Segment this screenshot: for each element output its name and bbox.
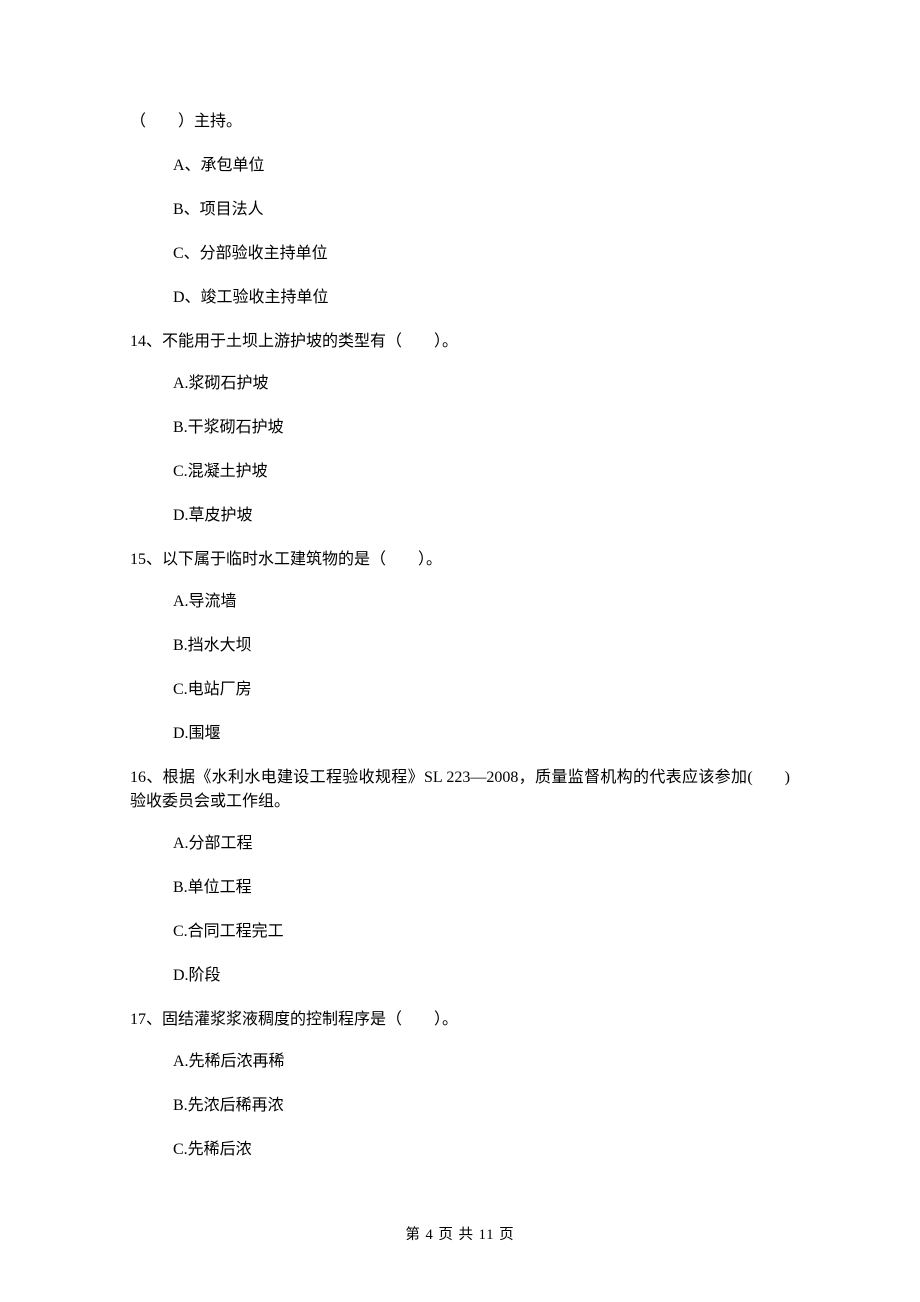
option-c: C.混凝土护坡 (173, 460, 790, 484)
option-b: B.挡水大坝 (173, 634, 790, 658)
option-c: C.先稀后浓 (173, 1138, 790, 1162)
question-16-options: A.分部工程 B.单位工程 C.合同工程完工 D.阶段 (130, 832, 790, 988)
option-c: C.合同工程完工 (173, 920, 790, 944)
stem-suffix: ）。 (418, 551, 442, 568)
answer-blank (402, 330, 434, 354)
option-b: B.干浆砌石护坡 (173, 416, 790, 440)
stem-suffix: ）。 (434, 333, 458, 350)
question-17-options: A.先稀后浓再稀 B.先浓后稀再浓 C.先稀后浓 (130, 1050, 790, 1162)
option-b: B.单位工程 (173, 876, 790, 900)
question-15-stem: 15、以下属于临时水工建筑物的是（ ）。 (130, 548, 790, 572)
stem-prefix: 15、以下属于临时水工建筑物的是（ (130, 551, 386, 568)
option-d: D.阶段 (173, 964, 790, 988)
option-d: D、竣工验收主持单位 (173, 286, 790, 310)
option-a: A.浆砌石护坡 (173, 372, 790, 396)
question-13-stem-tail: （ ）主持。 (130, 110, 790, 134)
question-14-options: A.浆砌石护坡 B.干浆砌石护坡 C.混凝土护坡 D.草皮护坡 (130, 372, 790, 528)
paren-close-text: ）主持。 (178, 113, 242, 130)
option-b: B.先浓后稀再浓 (173, 1094, 790, 1118)
option-a: A、承包单位 (173, 154, 790, 178)
question-17-stem: 17、固结灌浆浆液稠度的控制程序是（ ）。 (130, 1008, 790, 1032)
answer-blank (146, 110, 178, 134)
question-14-stem: 14、不能用于土坝上游护坡的类型有（ ）。 (130, 330, 790, 354)
option-c: C.电站厂房 (173, 678, 790, 702)
question-13-options: A、承包单位 B、项目法人 C、分部验收主持单位 D、竣工验收主持单位 (130, 154, 790, 310)
answer-blank (753, 766, 785, 790)
option-b: B、项目法人 (173, 198, 790, 222)
stem-prefix: 17、固结灌浆浆液稠度的控制程序是（ (130, 1011, 402, 1028)
option-a: A.先稀后浓再稀 (173, 1050, 790, 1074)
answer-blank (402, 1008, 434, 1032)
question-16-stem: 16、根据《水利水电建设工程验收规程》SL 223—2008，质量监督机构的代表… (130, 766, 790, 814)
page-footer: 第 4 页 共 11 页 (0, 1225, 920, 1247)
stem-prefix: 16、根据《水利水电建设工程验收规程》SL 223—2008，质量监督机构的代表… (130, 769, 753, 786)
paren-open: （ (130, 113, 146, 130)
answer-blank (386, 548, 418, 572)
stem-suffix: ）。 (434, 1011, 458, 1028)
stem-prefix: 14、不能用于土坝上游护坡的类型有（ (130, 333, 402, 350)
option-a: A.分部工程 (173, 832, 790, 856)
option-d: D.围堰 (173, 722, 790, 746)
option-c: C、分部验收主持单位 (173, 242, 790, 266)
option-d: D.草皮护坡 (173, 504, 790, 528)
question-15-options: A.导流墙 B.挡水大坝 C.电站厂房 D.围堰 (130, 590, 790, 746)
option-a: A.导流墙 (173, 590, 790, 614)
